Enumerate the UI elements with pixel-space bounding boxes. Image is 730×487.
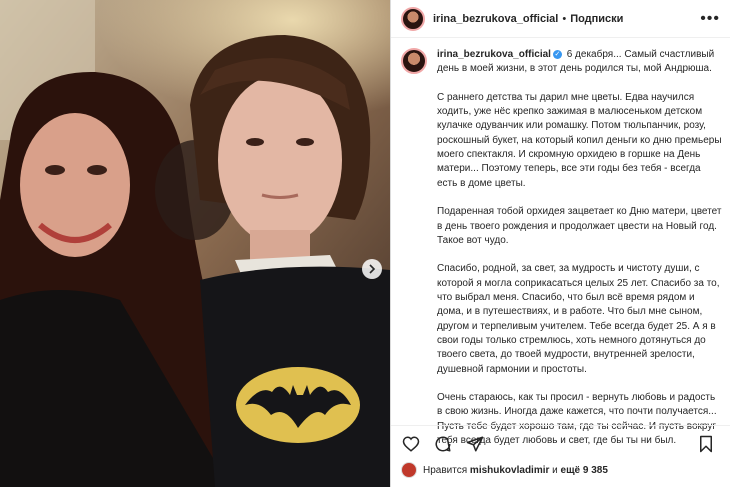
post-sidebar: irina_bezrukova_official • Подписки ••• … bbox=[390, 0, 730, 487]
caption-username[interactable]: irina_bezrukova_official bbox=[437, 49, 551, 60]
avatar[interactable] bbox=[401, 6, 425, 31]
save-button[interactable] bbox=[696, 434, 716, 454]
post-caption: irina_bezrukova_official ✓ 6 декабря... С… bbox=[401, 48, 722, 463]
carousel-next-button[interactable] bbox=[362, 259, 382, 279]
follow-button[interactable]: Подписки bbox=[570, 13, 623, 25]
caption-date: 6 декабря bbox=[566, 49, 614, 60]
header-separator: • bbox=[562, 12, 567, 25]
send-icon bbox=[466, 436, 484, 452]
likes-count[interactable]: ещё 9 385 bbox=[561, 465, 608, 476]
caption-paragraph: С раннего детства ты дарил мне цветы. Ед… bbox=[437, 91, 722, 189]
instagram-post: irina_bezrukova_official • Подписки ••• … bbox=[0, 0, 730, 487]
liker-avatar[interactable] bbox=[401, 462, 417, 478]
likes-prefix: Нравится bbox=[423, 464, 468, 476]
caption-body: irina_bezrukova_official ✓ 6 декабря... С… bbox=[437, 48, 722, 463]
chevron-right-icon bbox=[369, 264, 376, 274]
post-photo[interactable] bbox=[0, 0, 390, 487]
header-username[interactable]: irina_bezrukova_official bbox=[433, 13, 558, 25]
post-header: irina_bezrukova_official • Подписки ••• bbox=[391, 0, 730, 38]
more-options-icon[interactable]: ••• bbox=[700, 10, 720, 28]
heart-icon bbox=[402, 436, 420, 452]
liker-username[interactable]: mishukovladimir bbox=[470, 465, 549, 476]
share-button[interactable] bbox=[465, 434, 485, 454]
action-bar bbox=[391, 425, 730, 462]
caption-paragraph: Подаренная тобой орхидея зацветает ко Дн… bbox=[437, 206, 722, 246]
likes-row: Нравится mishukovladimir и ещё 9 385 bbox=[401, 462, 608, 478]
caption-first-paragraph: irina_bezrukova_official ✓ 6 декабря... С… bbox=[437, 48, 722, 77]
caption-paragraph: Спасибо, родной, за свет, за мудрость и … bbox=[437, 263, 720, 375]
caption-avatar[interactable] bbox=[401, 48, 427, 74]
comment-button[interactable] bbox=[433, 434, 453, 454]
comment-icon bbox=[435, 436, 451, 452]
like-button[interactable] bbox=[401, 434, 421, 454]
photo-image bbox=[0, 0, 390, 487]
verified-badge-icon: ✓ bbox=[552, 49, 562, 59]
likes-middle: и bbox=[552, 464, 558, 476]
bookmark-icon bbox=[700, 435, 712, 453]
